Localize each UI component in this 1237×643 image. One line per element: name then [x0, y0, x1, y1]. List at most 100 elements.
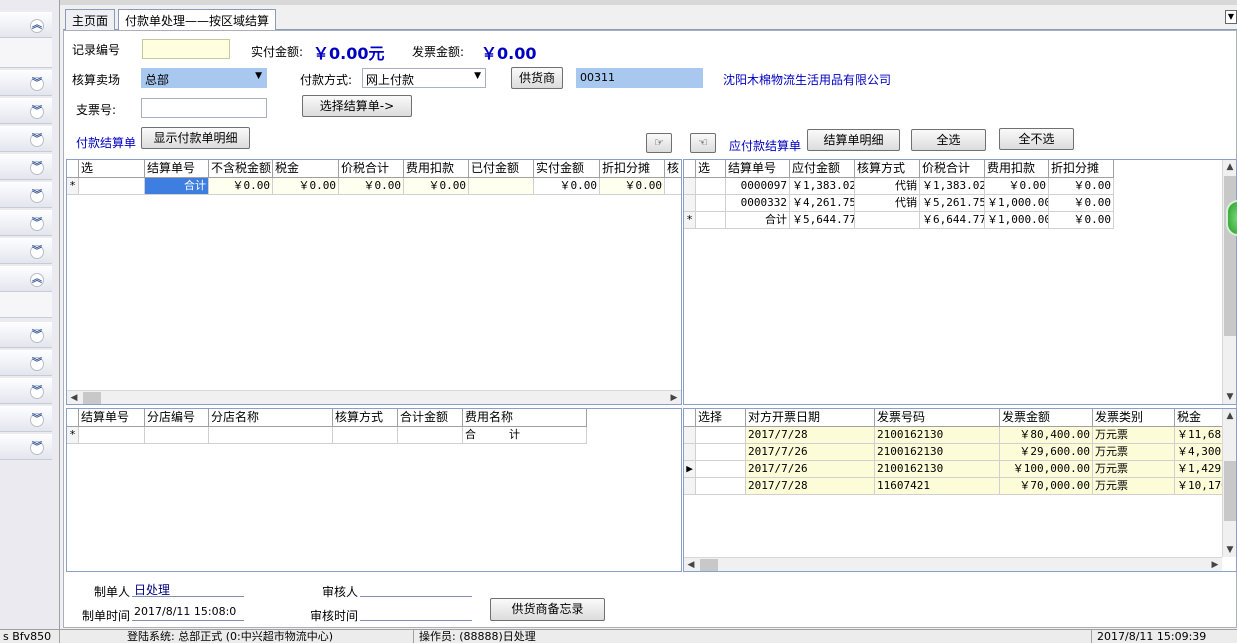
column-header[interactable]: 价税合计	[920, 160, 985, 177]
column-header[interactable]: 核算方式	[333, 409, 398, 426]
sidebar-section-14[interactable]: ︾	[0, 434, 52, 460]
invoice-no-cell[interactable]: 11607421	[875, 478, 1000, 494]
column-header[interactable]: 选	[79, 160, 145, 177]
sidebar-section-5[interactable]: ︾	[0, 154, 52, 180]
fee-cell[interactable]: ￥1,000.00	[985, 212, 1049, 228]
select-cell[interactable]	[696, 444, 746, 460]
tab-payment-settlement[interactable]: 付款单处理——按区域结算	[118, 9, 277, 31]
column-header[interactable]: 已付金额	[469, 160, 534, 177]
floating-assistant-icon[interactable]	[1226, 200, 1237, 236]
check-cell[interactable]	[665, 178, 681, 194]
branch-no-cell[interactable]	[145, 427, 209, 443]
payable-cell[interactable]: ￥4,261.75	[790, 195, 855, 211]
column-header[interactable]: 费用扣款	[985, 160, 1049, 177]
invoice-no-cell[interactable]: 2100162130	[875, 427, 1000, 443]
table-row[interactable]: * 合计 ￥0.00 ￥0.00 ￥0.00 ￥0.00 ￥0.00 ￥0.00	[67, 178, 681, 195]
settlement-no-cell[interactable]: 0000097	[726, 178, 790, 194]
fee-cell[interactable]: ￥0.00	[985, 178, 1049, 194]
chevron-down-icon[interactable]: ︾	[30, 161, 44, 175]
tax-cell[interactable]: ￥0.00	[273, 178, 339, 194]
invoice-amount-cell[interactable]: ￥70,000.00	[1000, 478, 1093, 494]
invoice-type-cell[interactable]: 万元票	[1093, 478, 1175, 494]
total-cell[interactable]: ￥5,261.75	[920, 195, 985, 211]
column-header[interactable]: 分店名称	[209, 409, 333, 426]
review-time-field[interactable]	[360, 605, 472, 621]
table-row[interactable]: 0000332 ￥4,261.75 代销 ￥5,261.75 ￥1,000.00…	[684, 195, 1114, 212]
invoice-no-cell[interactable]: 2100162130	[875, 461, 1000, 477]
column-header[interactable]: 结算单号	[79, 409, 145, 426]
settlement-no-cell[interactable]: 合计	[145, 178, 209, 194]
table-row[interactable]: 2017/7/28 11607421 ￥70,000.00 万元票 ￥10,17…	[684, 478, 1223, 495]
sidebar-section-9[interactable]: ︽	[0, 266, 52, 292]
column-header[interactable]: 税金	[1175, 409, 1223, 426]
invoice-date-cell[interactable]: 2017/7/28	[746, 427, 875, 443]
scroll-thumb[interactable]	[83, 392, 101, 404]
column-header[interactable]: 发票金额	[1000, 409, 1093, 426]
total-cell[interactable]: ￥6,644.77	[920, 212, 985, 228]
sidebar-section-2[interactable]: ︾	[0, 70, 52, 96]
select-cell[interactable]	[696, 478, 746, 494]
column-header[interactable]: 发票号码	[875, 409, 1000, 426]
column-header[interactable]: 结算单号	[145, 160, 209, 177]
supplier-code-field[interactable]: 00311	[576, 68, 703, 88]
column-header[interactable]: 应付金额	[790, 160, 855, 177]
fee-cell[interactable]: ￥0.00	[404, 178, 469, 194]
chevron-down-icon[interactable]: ︾	[30, 77, 44, 91]
total-cell[interactable]: ￥1,383.02	[920, 178, 985, 194]
sidebar-section-7[interactable]: ︾	[0, 210, 52, 236]
table-row[interactable]: * 合 计	[67, 427, 587, 444]
settlement-no-cell[interactable]: 合计	[726, 212, 790, 228]
tab-list-dropdown-icon[interactable]: ▼	[1225, 10, 1237, 24]
invoice-date-cell[interactable]: 2017/7/26	[746, 444, 875, 460]
scroll-left-icon[interactable]: ◀	[684, 558, 698, 571]
sidebar-section-8[interactable]: ︾	[0, 238, 52, 264]
vertical-scrollbar[interactable]: ▲ ▼	[1222, 160, 1236, 404]
deselect-all-button[interactable]: 全不选	[999, 128, 1074, 150]
select-all-button[interactable]: 全选	[911, 129, 986, 151]
table-row[interactable]: 2017/7/26 2100162130 ￥29,600.00 万元票 ￥4,3…	[684, 444, 1223, 461]
horizontal-scrollbar[interactable]: ◀ ▶	[67, 390, 681, 404]
table-row[interactable]: 2017/7/28 2100162130 ￥80,400.00 万元票 ￥11,…	[684, 427, 1223, 444]
method-cell[interactable]	[855, 212, 920, 228]
chevron-down-icon[interactable]: ︾	[30, 105, 44, 119]
settlement-no-cell[interactable]	[79, 427, 145, 443]
tax-cell[interactable]: ￥11,682.	[1175, 427, 1223, 443]
scroll-right-icon[interactable]: ▶	[667, 391, 681, 404]
show-payment-detail-button[interactable]: 显示付款单明细	[141, 127, 250, 149]
total-cell[interactable]: ￥0.00	[339, 178, 404, 194]
discount-cell[interactable]: ￥0.00	[1049, 212, 1114, 228]
select-cell[interactable]	[696, 212, 726, 228]
chevron-down-icon[interactable]: ︾	[30, 413, 44, 427]
column-header[interactable]: 发票类别	[1093, 409, 1175, 426]
sidebar-section-13[interactable]: ︾	[0, 406, 52, 432]
select-cell[interactable]	[696, 178, 726, 194]
column-header[interactable]: 税金	[273, 160, 339, 177]
chevron-down-icon[interactable]: ︾	[30, 133, 44, 147]
paid-cell[interactable]	[469, 178, 534, 194]
column-header[interactable]: 折扣分摊	[1049, 160, 1114, 177]
amount-cell[interactable]	[398, 427, 463, 443]
tax-cell[interactable]: ￥4,300.	[1175, 444, 1223, 460]
column-header[interactable]: 选	[696, 160, 726, 177]
column-header[interactable]: 结算单号	[726, 160, 790, 177]
tax-cell[interactable]: ￥10,170.	[1175, 478, 1223, 494]
table-row[interactable]: 0000097 ￥1,383.02 代销 ￥1,383.02 ￥0.00 ￥0.…	[684, 178, 1114, 195]
make-time-field[interactable]: 2017/8/11 15:08:0	[132, 605, 244, 621]
table-row[interactable]: * 合计 ￥5,644.77 ￥6,644.77 ￥1,000.00 ￥0.00	[684, 212, 1114, 229]
column-header[interactable]: 选择	[696, 409, 746, 426]
pay-method-select[interactable]: 网上付款 ▼	[362, 68, 486, 88]
chevron-down-icon[interactable]: ︾	[30, 385, 44, 399]
maker-field[interactable]: 日处理	[132, 581, 244, 597]
vertical-scrollbar[interactable]: ▲ ▼	[1222, 409, 1236, 557]
sidebar-section-10[interactable]: ︾	[0, 322, 52, 348]
column-header[interactable]: 价税合计	[339, 160, 404, 177]
scroll-thumb[interactable]	[700, 559, 718, 571]
scroll-left-icon[interactable]: ◀	[67, 391, 81, 404]
column-header[interactable]: 折扣分摊	[600, 160, 665, 177]
invoice-amount-cell[interactable]: ￥80,400.00	[1000, 427, 1093, 443]
column-header[interactable]: 不含税金额	[209, 160, 273, 177]
sidebar-section-11[interactable]: ︾	[0, 350, 52, 376]
discount-cell[interactable]: ￥0.00	[1049, 178, 1114, 194]
move-right-icon[interactable]: ☞	[646, 133, 672, 153]
column-header[interactable]: 分店编号	[145, 409, 209, 426]
